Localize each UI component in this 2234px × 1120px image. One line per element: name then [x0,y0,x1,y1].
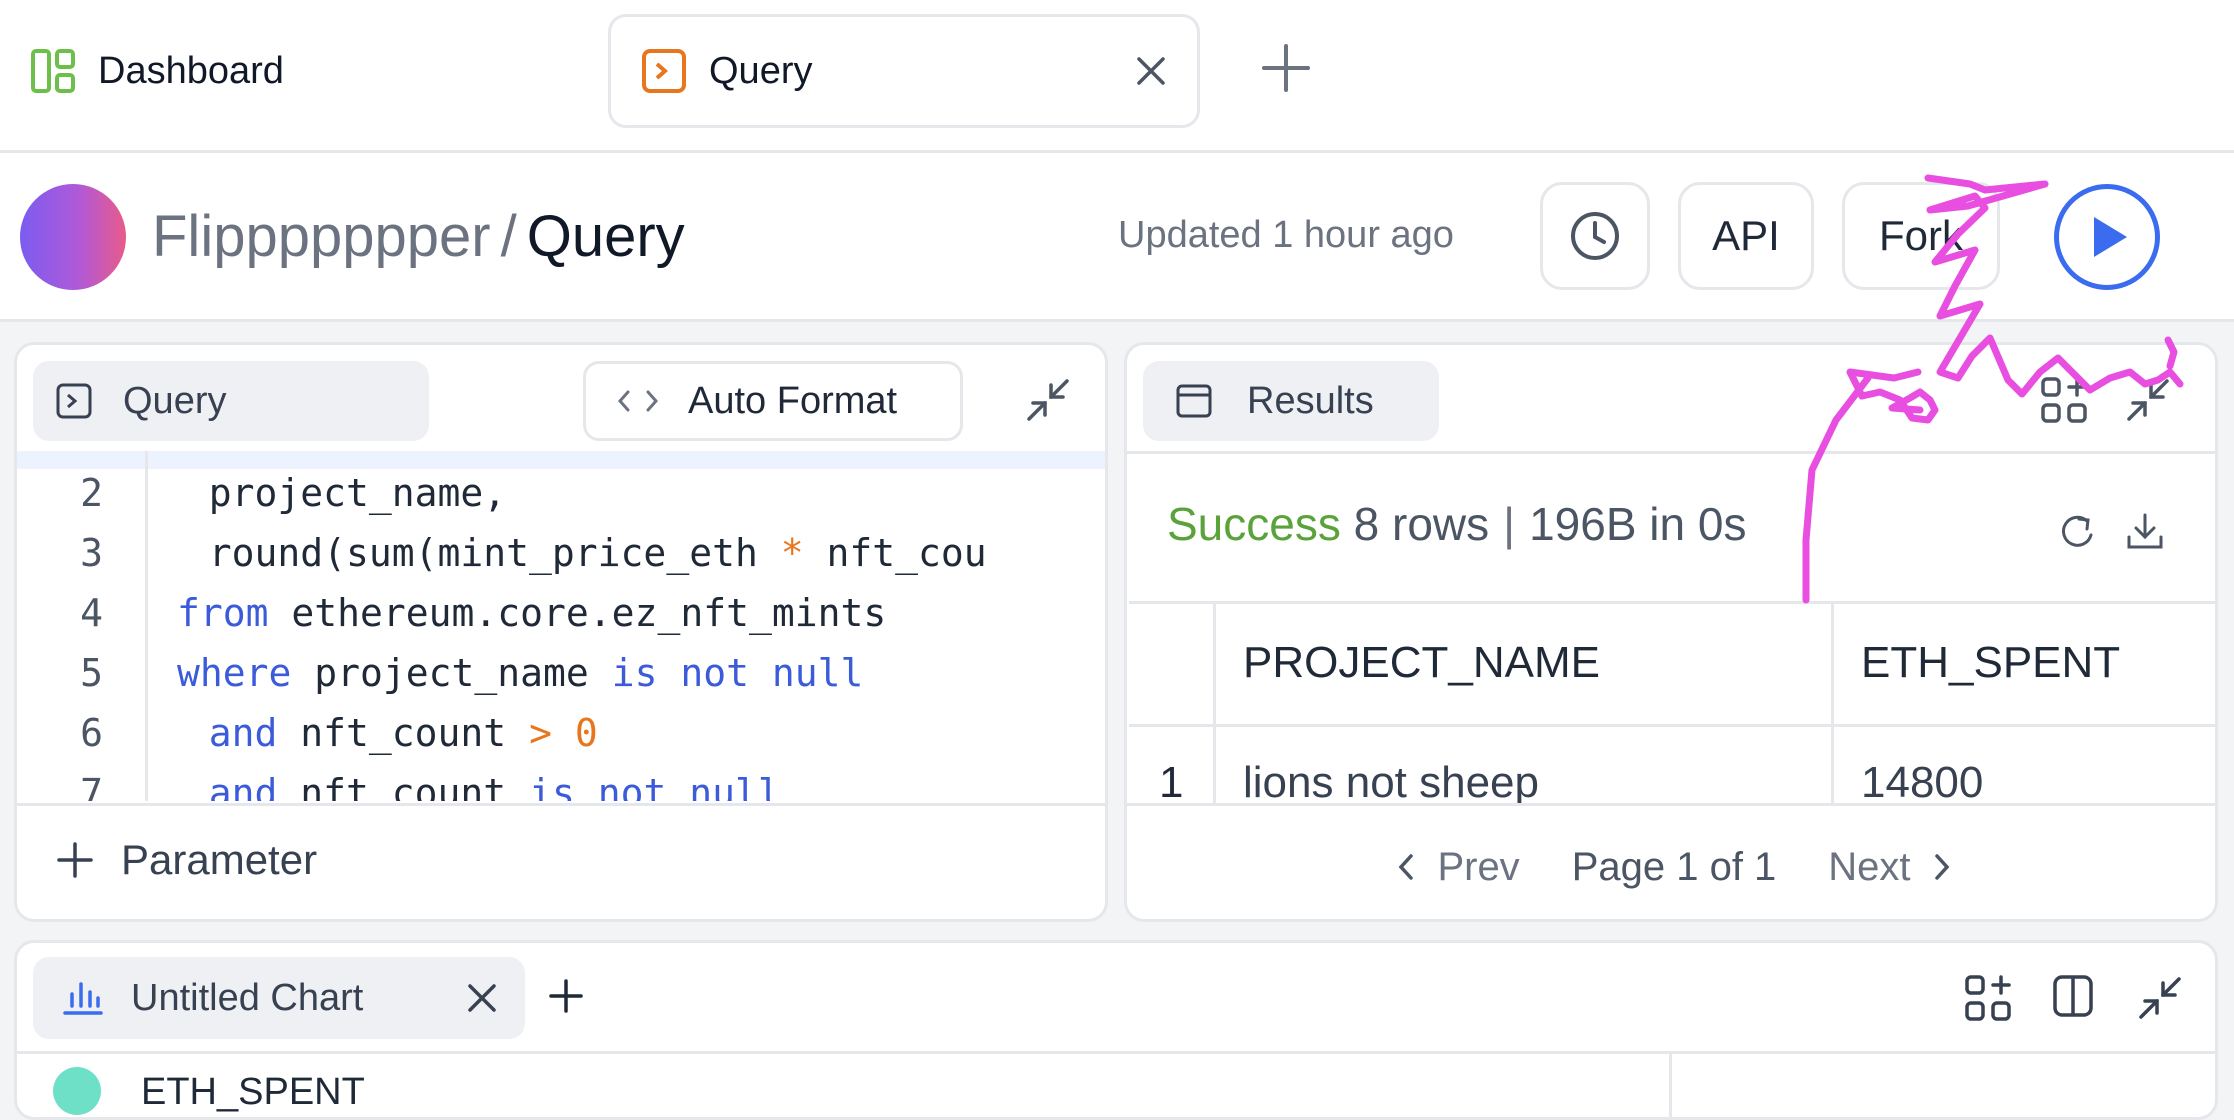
parameter-label: Parameter [121,836,318,883]
page-indicator: Page 1 of 1 [1571,844,1777,889]
code-line: where project_name is not null [177,651,864,695]
terminal-icon [641,48,687,94]
results-panel-tab[interactable]: Results [1143,361,1439,441]
add-parameter-button[interactable]: Parameter [55,836,317,884]
parameter-bar: Parameter [17,803,1105,919]
table-cell[interactable]: 14800 [1861,758,1983,804]
query-status: Success 8 rows | 196B in 0s [1167,497,1746,551]
title-separator: / [500,204,517,269]
divider [1669,1053,1672,1117]
legend-swatch [53,1067,101,1115]
column-divider [1831,604,1834,804]
chevron-right-icon[interactable] [1929,852,1955,882]
chart-tab-label: Untitled Chart [131,976,364,1019]
column-header[interactable]: ETH_SPENT [1861,638,2120,688]
column-divider [1213,604,1216,804]
line-number: 4 [80,591,103,635]
next-button[interactable]: Next [1828,845,1910,890]
line-number: 6 [80,711,103,755]
row-divider [1129,724,2215,727]
code-line: project_name, [163,471,507,515]
status-success: Success [1167,498,1341,550]
tab-dashboard-label: Dashboard [98,49,284,92]
updated-timestamp: Updated 1 hour ago [1118,214,1454,256]
tab-query[interactable]: Query [608,14,1200,128]
dashboard-icon [30,48,76,94]
code-editor[interactable]: 2 3 4 5 6 7 project_name, round(sum(mint… [17,451,1105,801]
fork-button[interactable]: Fork [1842,182,2000,290]
page-title: Flippppppper / Query [152,202,685,272]
row-count: 8 rows [1353,498,1490,550]
avatar[interactable] [20,184,126,290]
legend-label: ETH_SPENT [141,1071,365,1113]
auto-format-label: Auto Format [688,379,898,422]
line-number: 2 [80,471,103,515]
code-line: and nft_count is not null [208,771,781,801]
tab-dashboard[interactable]: Dashboard [30,14,590,128]
query-panel-tab-label: Query [123,379,227,422]
results-panel: Results Success 8 rows | 196B in 0s PROJEC… [1124,342,2218,922]
results-panel-tab-label: Results [1247,379,1374,422]
divider [1127,451,2215,454]
prev-button[interactable]: Prev [1437,845,1519,890]
clock-icon [1568,209,1622,263]
run-button[interactable] [2054,184,2160,290]
play-icon [2082,212,2132,262]
new-tab-button[interactable] [1258,40,1314,96]
tab-query-label: Query [709,49,813,92]
split-view-icon[interactable] [2051,973,2095,1019]
owner-name[interactable]: Flippppppper [152,204,491,269]
query-panel: Query Auto Format 2 3 4 5 6 7 project_na… [14,342,1108,922]
pagination: Prev Page 1 of 1 Next [1127,803,2215,919]
add-widget-icon[interactable] [1963,973,2013,1023]
status-separator: | [1503,498,1516,550]
query-panel-tab[interactable]: Query [33,361,429,441]
line-number: 3 [80,531,103,575]
line-gutter: 2 3 4 5 6 7 [17,451,148,801]
close-icon[interactable] [1133,53,1169,89]
api-button[interactable]: API [1678,182,1814,290]
add-chart-button[interactable] [547,977,585,1015]
collapse-icon[interactable] [2135,973,2185,1023]
chart-panel: Untitled Chart ETH_SPENT [14,940,2218,1120]
row-index: 1 [1159,758,1184,804]
close-icon[interactable] [465,981,499,1015]
window-icon [1175,382,1213,420]
size-time: 196B in 0s [1529,498,1747,550]
collapse-icon[interactable] [1023,375,1073,425]
terminal-icon [55,382,93,420]
code-line: round(sum(mint_price_eth * nft_cou [163,531,987,575]
code-line: from ethereum.core.ez_nft_mints [177,591,887,635]
history-button[interactable] [1540,182,1650,290]
add-widget-icon[interactable] [2039,375,2089,425]
code-icon [618,386,658,416]
plus-icon [55,840,95,880]
chart-tab[interactable]: Untitled Chart [33,957,525,1039]
query-name[interactable]: Query [527,204,685,269]
column-header[interactable]: PROJECT_NAME [1243,638,1600,688]
refresh-icon[interactable] [2057,511,2097,551]
bar-chart-icon [63,980,103,1016]
active-line-highlight [17,451,1105,469]
auto-format-button[interactable]: Auto Format [583,361,963,441]
download-icon[interactable] [2125,511,2165,551]
collapse-icon[interactable] [2123,375,2173,425]
table-cell[interactable]: lions not sheep [1243,758,1539,804]
results-table: PROJECT_NAME ETH_SPENT 1 lions not sheep… [1129,601,2215,804]
chevron-left-icon[interactable] [1393,852,1419,882]
line-number: 5 [80,651,103,695]
divider [17,1051,2215,1054]
line-number: 7 [80,771,103,801]
code-line: and nft_count > 0 [208,711,598,755]
